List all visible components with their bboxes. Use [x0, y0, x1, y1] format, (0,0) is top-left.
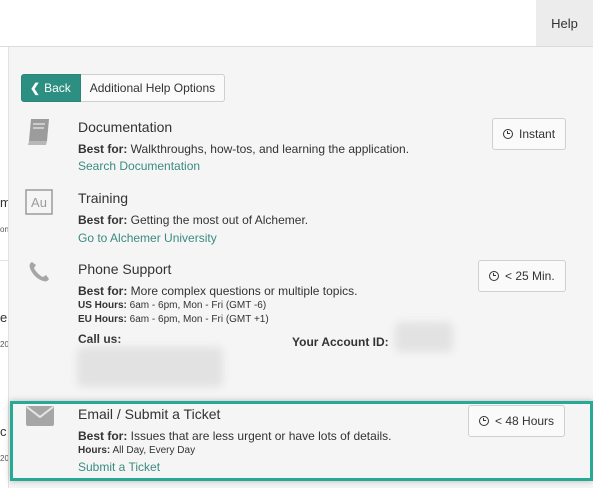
alchemer-university-icon: Au	[25, 189, 53, 215]
response-time-badge: < 25 Min.	[478, 260, 566, 292]
section-title: Training	[78, 190, 129, 206]
us-hours-value: 6am - 6pm, Mon - Fri (GMT -6)	[126, 300, 267, 311]
best-for-text: Best for: Walkthroughs, how-tos, and lea…	[78, 142, 409, 156]
redacted-account-id	[395, 322, 453, 352]
back-label: Back	[44, 81, 71, 95]
section-title: Documentation	[78, 119, 173, 135]
best-for-value: Getting the most out of Alchemer.	[127, 213, 309, 227]
fragment-text: 20	[0, 340, 9, 349]
eu-hours-label: EU Hours:	[78, 314, 127, 325]
best-for-value: Walkthroughs, how-tos, and learning the …	[127, 142, 410, 156]
fragment-text: 20	[0, 454, 9, 463]
phone-support-section: Phone Support Best for: More complex que…	[9, 260, 593, 390]
additional-help-options-button[interactable]: Additional Help Options	[80, 74, 226, 102]
best-for-label: Best for:	[78, 284, 128, 298]
account-id-label: Your Account ID:	[292, 335, 389, 349]
section-title: Phone Support	[78, 261, 172, 277]
call-us-label: Call us:	[78, 332, 122, 346]
background-page-strip: m on e 20 c 20	[0, 47, 9, 488]
us-hours: US Hours: 6am - 6pm, Mon - Fri (GMT -6)	[78, 300, 266, 311]
email-section-highlight	[10, 401, 593, 481]
icon-text: Au	[31, 195, 47, 210]
best-for-value: More complex questions or multiple topic…	[127, 284, 358, 298]
documentation-section: Documentation Best for: Walkthroughs, ho…	[9, 117, 593, 177]
top-bar: Help	[0, 0, 593, 47]
eu-hours: EU Hours: 6am - 6pm, Mon - Fri (GMT +1)	[78, 314, 269, 325]
help-panel: ❮ Back Additional Help Options Documenta…	[9, 47, 593, 488]
response-time-badge: Instant	[492, 118, 567, 150]
help-tab[interactable]: Help	[536, 0, 593, 46]
fragment-text: m	[0, 195, 8, 210]
clock-icon	[503, 129, 513, 139]
book-icon	[28, 119, 49, 145]
best-for-text: Best for: Getting the most out of Alchem…	[78, 213, 308, 227]
divider	[0, 260, 8, 261]
badge-label: < 25 Min.	[505, 269, 555, 283]
best-for-label: Best for:	[78, 142, 128, 156]
alchemer-university-link[interactable]: Go to Alchemer University	[78, 231, 217, 245]
nav-button-group: ❮ Back Additional Help Options	[21, 74, 226, 102]
fragment-text: c	[0, 424, 7, 439]
us-hours-label: US Hours:	[78, 300, 127, 311]
eu-hours-value: 6am - 6pm, Mon - Fri (GMT +1)	[126, 314, 269, 325]
phone-icon	[29, 262, 49, 282]
fragment-text: e	[0, 310, 8, 325]
fragment-text: on	[0, 225, 9, 234]
badge-label: Instant	[519, 127, 556, 141]
best-for-text: Best for: More complex questions or mult…	[78, 284, 357, 298]
redacted-phone-numbers	[77, 347, 223, 387]
training-section: Au Training Best for: Getting the most o…	[9, 189, 593, 249]
back-button[interactable]: ❮ Back	[21, 74, 81, 102]
best-for-label: Best for:	[78, 213, 128, 227]
chevron-left-icon: ❮	[30, 81, 41, 95]
search-documentation-link[interactable]: Search Documentation	[78, 159, 200, 173]
clock-icon	[489, 271, 499, 281]
